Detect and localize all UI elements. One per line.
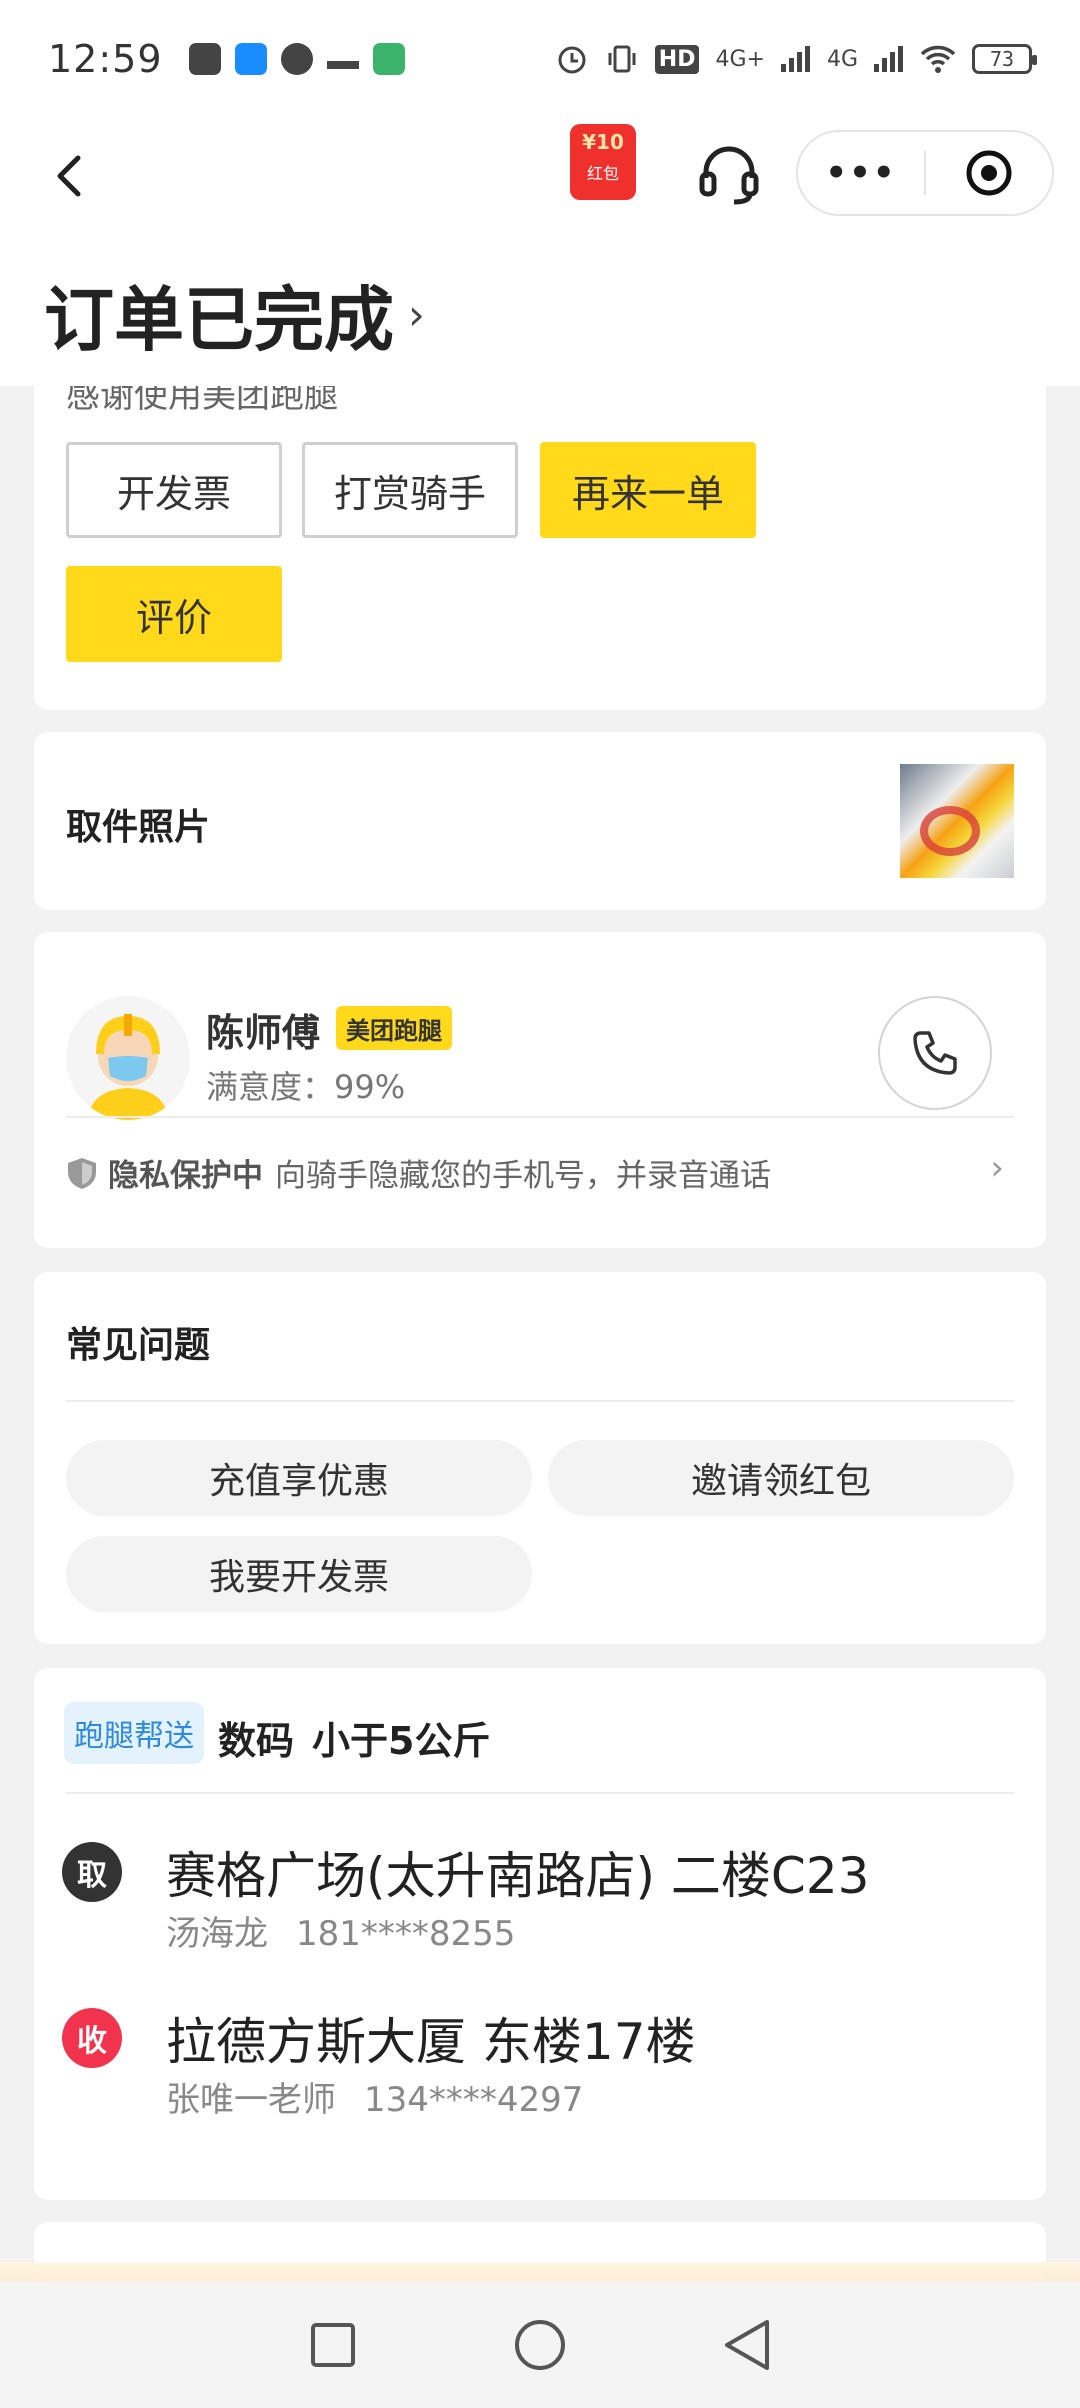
- app-notification-icon: [234, 43, 267, 75]
- system-status: HD 4G+ 4G 73: [555, 42, 1037, 76]
- dropoff-contact-phone: 134****4297: [364, 2080, 584, 2120]
- rider-card: 陈师傅 美团跑腿 满意度：99% 隐私保护中 向骑手隐藏您的手机号，并录音通话 …: [34, 932, 1046, 1248]
- dropoff-marker: 收: [62, 2008, 122, 2068]
- battery-indicator: 73: [972, 44, 1037, 74]
- dropoff-address: 拉德方斯大厦 东楼17楼: [166, 2013, 696, 2071]
- title-chevron-icon: ›: [408, 290, 425, 339]
- dropoff-contact-name: 张唯一老师: [166, 2080, 336, 2120]
- dropoff-contact: 张唯一老师 134****4297: [166, 2072, 611, 2121]
- notification-icons: [188, 43, 405, 75]
- hd-icon: HD: [654, 44, 700, 74]
- home-app-icon: [372, 43, 405, 75]
- shield-icon: [68, 1157, 96, 1189]
- privacy-protection-row[interactable]: 隐私保护中 向骑手隐藏您的手机号，并录音通话: [66, 1150, 771, 1195]
- pickup-contact-phone: 181****8255: [296, 1914, 516, 1954]
- chevron-left-icon: [57, 155, 81, 197]
- order-actions-card: 感谢使用美团跑腿 开发票 打赏骑手 再来一单 评价: [34, 340, 1046, 710]
- faq-title: 常见问题: [66, 1325, 211, 1366]
- goods-weight: 小于5公斤: [312, 1719, 491, 1763]
- reorder-button[interactable]: 再来一单: [540, 442, 756, 538]
- goods-info: 数码 小于5公斤: [218, 1710, 508, 1765]
- goods-category: 数码: [218, 1719, 295, 1763]
- alarm-icon: [558, 46, 586, 74]
- order-status-title[interactable]: 订单已完成 ›: [44, 264, 425, 365]
- pickup-address: 赛格广场(太升南路店) 二楼C23: [166, 1847, 870, 1905]
- status-time: 12:59: [48, 37, 163, 81]
- wifi-icon: [920, 45, 956, 73]
- red-packet-label: 红包: [586, 164, 619, 183]
- pickup-photo-card[interactable]: 取件照片: [34, 732, 1046, 910]
- pickup-photo-title: 取件照片: [66, 807, 211, 848]
- privacy-title: 隐私保护中: [108, 1158, 263, 1194]
- system-navigation-bar: [0, 2282, 1080, 2408]
- faq-item-recharge[interactable]: 充值享优惠: [66, 1440, 532, 1516]
- invoice-button[interactable]: 开发票: [66, 442, 282, 538]
- call-rider-button[interactable]: [878, 996, 992, 1110]
- red-packet-button[interactable]: ¥10 红包: [570, 124, 636, 200]
- chevron-right-icon: ›: [990, 1148, 1004, 1188]
- privacy-description: 向骑手隐藏您的手机号，并录音通话: [275, 1158, 771, 1194]
- rider-divider: [66, 1116, 1014, 1118]
- message-icon: [188, 43, 221, 75]
- rate-button[interactable]: 评价: [66, 566, 282, 662]
- signal-bars-icon: [780, 46, 810, 72]
- service-type-badge: 跑腿帮送: [64, 1702, 204, 1764]
- home-button[interactable]: [510, 2315, 570, 2375]
- signal-4g-plus: 4G+: [715, 46, 765, 72]
- back-button[interactable]: [40, 146, 100, 206]
- square-icon: [311, 2323, 356, 2367]
- faq-item-invoice[interactable]: 我要开发票: [66, 1536, 532, 1612]
- red-packet-amount: ¥10: [582, 130, 624, 154]
- page-header: ¥10 红包 ••• 订单已完成 ›: [0, 118, 1080, 386]
- phone-icon: [913, 1031, 957, 1075]
- order-divider: [66, 1792, 1014, 1794]
- system-back-button[interactable]: [717, 2315, 777, 2375]
- page-title: 订单已完成: [44, 279, 394, 361]
- more-button[interactable]: •••: [798, 153, 924, 193]
- rider-name: 陈师傅: [206, 1011, 321, 1055]
- pickup-contact: 汤海龙 181****8255: [166, 1906, 543, 1955]
- target-icon: [966, 150, 1012, 196]
- gauge-icon: [280, 43, 313, 75]
- status-bar: 12:59 HD 4G+ 4G 73: [0, 0, 1080, 118]
- miniapp-capsule: •••: [796, 130, 1054, 216]
- circle-icon: [514, 2320, 565, 2370]
- rider-satisfaction: 满意度：99%: [206, 1068, 406, 1106]
- order-detail-card: 跑腿帮送 数码 小于5公斤 取 赛格广场(太升南路店) 二楼C23 汤海龙 181*…: [34, 1668, 1046, 2200]
- bird-icon: [326, 49, 359, 69]
- recents-button[interactable]: [303, 2315, 363, 2375]
- customer-service-button[interactable]: [694, 140, 764, 210]
- triangle-back-icon: [724, 2320, 769, 2370]
- faq-card: 常见问题 充值享优惠 邀请领红包 我要开发票: [34, 1272, 1046, 1644]
- faq-divider: [66, 1400, 1014, 1402]
- vibrate-icon: [608, 45, 636, 73]
- pickup-marker: 取: [62, 1842, 122, 1902]
- rider-avatar-icon: [66, 996, 190, 1120]
- pickup-contact-name: 汤海龙: [166, 1914, 268, 1954]
- tip-rider-button[interactable]: 打赏骑手: [302, 442, 518, 538]
- faq-item-invite[interactable]: 邀请领红包: [548, 1440, 1014, 1516]
- miniapp-close-button[interactable]: [926, 148, 1052, 198]
- rider-avatar: [66, 996, 190, 1120]
- signal-bars-2-icon: [874, 46, 903, 72]
- rider-brand-badge: 美团跑腿: [336, 1006, 452, 1050]
- pickup-photo-thumbnail[interactable]: [900, 764, 1014, 878]
- headset-icon: [699, 146, 759, 205]
- signal-4g: 4G: [826, 46, 858, 72]
